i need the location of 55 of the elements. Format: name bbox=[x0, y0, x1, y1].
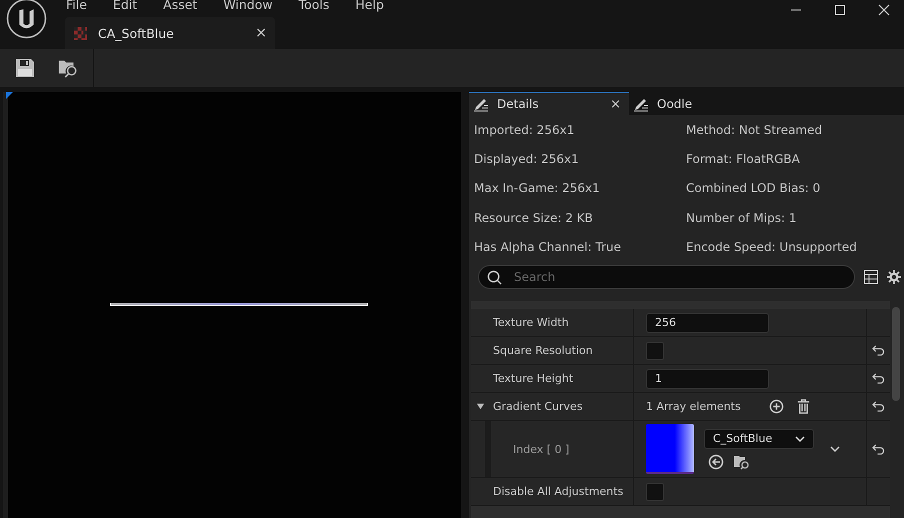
menu-item[interactable]: Asset bbox=[163, 0, 198, 12]
save-icon[interactable] bbox=[15, 58, 35, 78]
folder-search-icon[interactable] bbox=[58, 58, 78, 78]
use-selected-icon[interactable] bbox=[708, 454, 724, 470]
close-tab-button[interactable]: × bbox=[610, 96, 621, 112]
info-text: Max In-Game: 256x1 bbox=[474, 180, 601, 198]
chevron-down-icon bbox=[795, 436, 805, 442]
panel-tab[interactable]: Details × bbox=[469, 92, 629, 115]
info-text: Format: FloatRGBA bbox=[686, 151, 801, 168]
scrollbar-thumb[interactable] bbox=[892, 307, 900, 401]
number-field[interactable]: 1 bbox=[646, 368, 769, 388]
info-text: Method: Not Streamed bbox=[686, 122, 824, 139]
reset-arrow-icon[interactable] bbox=[872, 444, 885, 454]
info-text: Combined LOD Bias: 0 bbox=[686, 180, 822, 198]
reset-arrow-icon[interactable] bbox=[872, 401, 885, 412]
browse-folder-icon[interactable] bbox=[734, 454, 750, 470]
settings-icon[interactable] bbox=[887, 270, 901, 284]
checker-texture-icon bbox=[74, 26, 87, 40]
tab-label: Oodle bbox=[657, 96, 694, 110]
property-label: Gradient Curves bbox=[493, 400, 583, 413]
gradient-thumbnail[interactable] bbox=[646, 424, 694, 474]
add-element-icon[interactable] bbox=[768, 399, 784, 414]
table-view-icon[interactable] bbox=[864, 270, 878, 284]
checkbox[interactable] bbox=[646, 482, 664, 500]
info-text: Encode Speed: Unsupported bbox=[686, 238, 858, 256]
property-label: Texture Width bbox=[493, 316, 569, 329]
property-label: Disable All Adjustments bbox=[493, 485, 624, 498]
asset-dropdown[interactable]: C_SoftBlue bbox=[704, 428, 814, 448]
chevron-down-icon[interactable] bbox=[830, 446, 840, 452]
corner-marker-icon bbox=[6, 92, 13, 99]
info-text: Imported: 256x1 bbox=[474, 122, 576, 139]
tab-title: CA_SoftBlue bbox=[98, 26, 175, 40]
panel-tab[interactable]: Oodle bbox=[629, 92, 789, 115]
document-tab[interactable]: CA_SoftBlue × bbox=[65, 17, 275, 49]
info-text: Has Alpha Channel: True bbox=[474, 238, 622, 256]
delete-icon[interactable] bbox=[796, 399, 811, 414]
reset-arrow-icon[interactable] bbox=[872, 373, 885, 384]
reset-arrow-icon[interactable] bbox=[872, 345, 885, 356]
engine-logo-icon[interactable] bbox=[6, 0, 47, 39]
number-field[interactable]: 256 bbox=[646, 312, 769, 332]
info-text: Displayed: 256x1 bbox=[474, 151, 580, 168]
tab-label: Details bbox=[497, 97, 540, 111]
checkbox[interactable] bbox=[646, 342, 664, 360]
info-text: Resource Size: 2 KB bbox=[474, 210, 594, 227]
array-count: 1 Array elements bbox=[646, 400, 741, 413]
property-label: Texture Height bbox=[493, 372, 574, 385]
close-tab-button[interactable]: × bbox=[255, 25, 267, 41]
close-icon[interactable] bbox=[878, 4, 890, 16]
search-field[interactable]: Search bbox=[478, 265, 855, 289]
pencil-icon bbox=[473, 96, 489, 112]
info-text: Number of Mips: 1 bbox=[686, 210, 798, 227]
property-label: Index [ 0 ] bbox=[513, 442, 570, 456]
expand-arrow-icon[interactable] bbox=[476, 402, 485, 411]
maximize-icon[interactable] bbox=[834, 4, 846, 16]
property-label: Square Resolution bbox=[493, 344, 593, 357]
